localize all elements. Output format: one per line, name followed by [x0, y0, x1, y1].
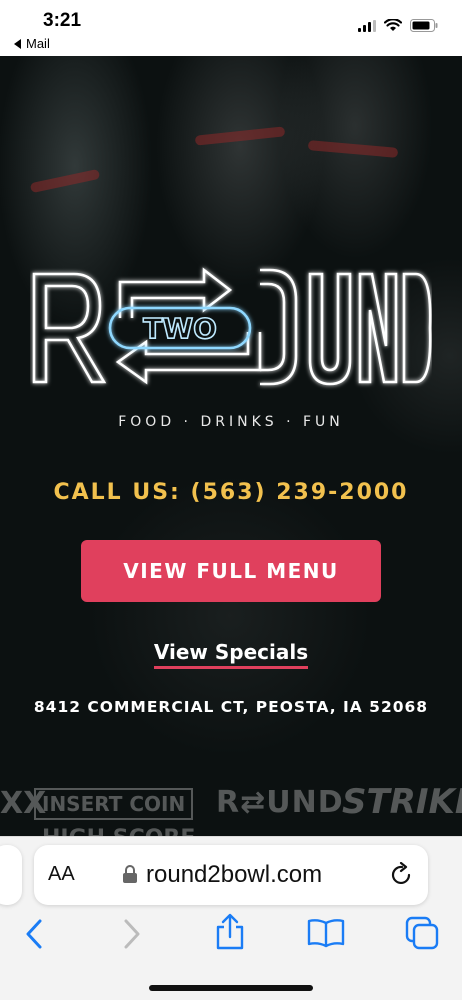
promo-strike: STRIKE! — [342, 782, 462, 822]
url-text: round2bowl.com — [146, 861, 323, 888]
back-to-app-button[interactable]: Mail — [14, 36, 50, 51]
back-icon[interactable] — [22, 917, 46, 951]
previous-tab-peek[interactable] — [0, 845, 22, 905]
browser-toolbar — [0, 909, 462, 959]
status-icons — [358, 19, 438, 32]
text-size-button[interactable]: AA — [48, 863, 75, 886]
status-time: 3:21 — [43, 10, 82, 31]
tagline: FOOD · DRINKS · FUN — [118, 414, 344, 430]
promo-round-logo: R⇄UND — [216, 785, 344, 820]
home-indicator[interactable] — [149, 985, 313, 991]
forward-icon[interactable] — [120, 917, 144, 951]
bookmarks-icon[interactable] — [306, 917, 346, 949]
address-text: 8412 COMMERCIAL CT, PEOSTA, IA 52068 — [33, 698, 429, 716]
back-app-label: Mail — [26, 36, 50, 51]
pin-stripe — [194, 126, 286, 146]
reload-icon[interactable] — [390, 862, 414, 888]
view-specials-link-wrap: View Specials — [0, 640, 462, 669]
text-size-label: AA — [48, 863, 75, 885]
pin-stripe — [29, 168, 101, 194]
back-triangle-icon — [14, 38, 21, 49]
round-two-logo: TWO — [32, 267, 432, 386]
battery-icon — [410, 19, 438, 32]
safari-bottom-bar: AA round2bowl.com — [0, 836, 462, 1000]
tabs-icon[interactable] — [404, 915, 440, 951]
promo-strip: XX INSERT COIN R⇄UND STRIKE! HIGH SCORE — [0, 768, 462, 846]
lock-icon — [123, 865, 137, 883]
call-us-phone-link[interactable]: CALL US: (563) 239-2000 — [0, 480, 462, 505]
wifi-icon — [384, 19, 402, 31]
signal-icon — [358, 19, 376, 32]
logo-two-text: TWO — [143, 312, 217, 345]
status-bar: 3:21 Mail — [0, 0, 462, 56]
view-full-menu-button[interactable]: VIEW FULL MENU — [81, 540, 381, 602]
share-icon[interactable] — [214, 913, 246, 951]
pin-stripe — [307, 140, 399, 158]
address-bar[interactable]: AA round2bowl.com — [34, 845, 428, 905]
promo-insert-coin: INSERT COIN — [34, 788, 194, 820]
hero-section: TWO FOOD · DRINKS · FUN CALL US: (563) 2… — [0, 56, 462, 846]
view-specials-link[interactable]: View Specials — [153, 640, 309, 669]
